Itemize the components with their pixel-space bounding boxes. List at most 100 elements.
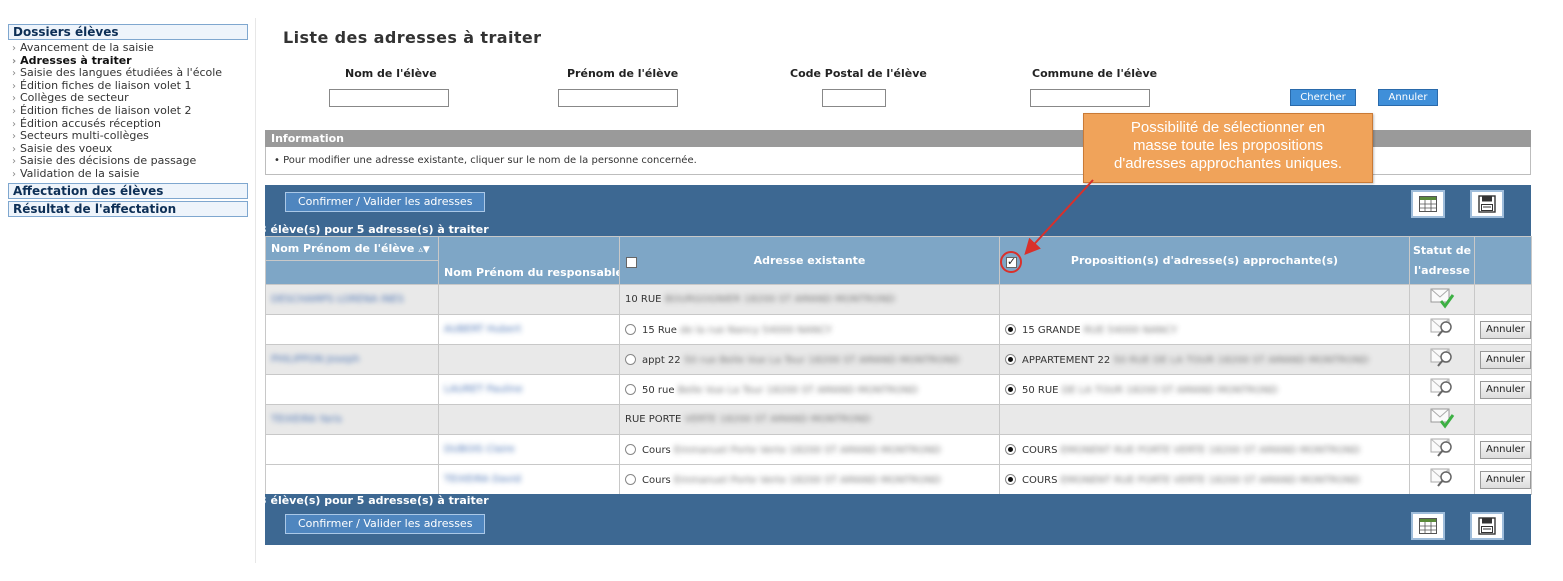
envelope-check-icon[interactable]: [1429, 408, 1455, 432]
annuler-button[interactable]: Annuler: [1480, 380, 1531, 399]
cell-action: Annuler: [1474, 344, 1532, 375]
adresse-radio[interactable]: [625, 473, 636, 485]
sidebar-nav: Dossiers élèves › Avancement de la saisie ›…: [8, 24, 248, 219]
proposition-prefix: APPARTEMENT 22: [1022, 354, 1111, 366]
magnifier-icon[interactable]: [1429, 468, 1455, 492]
annuler-button[interactable]: Annuler: [1480, 440, 1531, 459]
header-adresse: Adresse existante: [619, 236, 1000, 285]
cell-eleve: [265, 314, 439, 345]
chevron-right-icon: ›: [12, 80, 16, 92]
floppy-save-icon[interactable]: [1470, 512, 1504, 540]
sidebar-section[interactable]: Affectation des élèves: [8, 182, 248, 199]
table-row: LAURET Pauline 50 rue Belle Vue La Tour 1…: [265, 374, 1532, 405]
cell-action: Annuler: [1474, 314, 1532, 345]
adresse-rest: de la rue Nancy 54000 NANCY: [680, 324, 832, 336]
count-summary-top: 3 élève(s) pour 5 adresse(s) à traiter: [259, 223, 1531, 236]
responsable-name-link[interactable]: TEIXEIRA David: [444, 474, 521, 485]
cell-proposition: [999, 284, 1410, 315]
cancel-search-button[interactable]: Annuler: [1378, 89, 1438, 106]
sort-arrows-icon[interactable]: ▵▼: [418, 245, 429, 255]
sidebar-section[interactable]: Résultat de l'affectation: [8, 200, 248, 217]
header-eleve-bottom: [265, 260, 439, 285]
magnifier-icon[interactable]: [1429, 348, 1455, 372]
adresse-prefix: appt 22: [642, 354, 681, 366]
chevron-right-icon: ›: [12, 43, 16, 54]
proposition-radio[interactable]: [1005, 473, 1016, 485]
cell-eleve: PHILIPPON Joseph: [265, 344, 439, 375]
magnifier-icon[interactable]: [1429, 438, 1455, 462]
header-proposition: Proposition(s) d'adresse(s) approchante(…: [999, 236, 1410, 285]
cell-statut: [1409, 434, 1475, 465]
confirm-addresses-button-bottom[interactable]: Confirmer / Valider les adresses: [285, 514, 486, 534]
header-eleve[interactable]: Nom Prénom de l'élève ▵▼: [265, 236, 439, 261]
responsable-name-link[interactable]: LAURET Pauline: [444, 384, 523, 395]
adresse-rest: Belle Vue La Tour 18200 ST AMAND MONTRON…: [677, 384, 918, 396]
code-postal-input[interactable]: [822, 89, 886, 107]
grid-view-icon[interactable]: [1411, 190, 1445, 218]
proposition-radio[interactable]: [1005, 353, 1016, 365]
eleve-name-link[interactable]: DESCHAMPS LORENA INES: [271, 294, 404, 305]
commune-input[interactable]: [1030, 89, 1150, 107]
adresse-radio[interactable]: [625, 443, 636, 455]
proposition-prefix: COURS: [1022, 444, 1058, 456]
chevron-right-icon: ›: [12, 93, 16, 105]
adresse-prefix: Cours: [642, 474, 671, 486]
proposition-prefix: 50 RUE: [1022, 384, 1059, 396]
proposition-radio[interactable]: [1005, 383, 1016, 395]
callout-line: Possibilité de sélectionner en: [1130, 119, 1326, 136]
search-button[interactable]: Chercher: [1290, 89, 1356, 106]
select-all-adresse-checkbox[interactable]: [626, 257, 637, 268]
sidebar-item-label: Édition accusés réception: [20, 116, 162, 130]
adresse-radio[interactable]: [625, 383, 636, 395]
header-actions: [1474, 236, 1532, 285]
annuler-button[interactable]: Annuler: [1480, 350, 1531, 369]
cell-responsable: DUBOIS Claire: [438, 434, 620, 465]
cell-proposition: COURS EMONENT RUE PORTE VERTE 18200 ST A…: [999, 464, 1410, 495]
adresse-rest: 50 rue Belle Vue La Tour 18200 ST AMAND …: [683, 354, 960, 366]
header-responsable-top: [438, 236, 620, 261]
proposition-rest: EMONENT RUE PORTE VERTE 18200 ST AMAND M…: [1060, 474, 1360, 486]
grid-view-icon[interactable]: [1411, 512, 1445, 540]
cell-statut: [1409, 344, 1475, 375]
envelope-check-icon[interactable]: [1429, 288, 1455, 312]
floppy-save-icon[interactable]: [1470, 190, 1504, 218]
page-title: Liste des adresses à traiter: [283, 28, 542, 47]
cell-responsable: AUBERT Hubert: [438, 314, 620, 345]
header-statut: Statut de l'adresse: [1409, 236, 1475, 285]
sidebar-section[interactable]: Dossiers élèves: [8, 24, 248, 40]
chevron-right-icon: ›: [12, 168, 16, 180]
toolbar-top: Confirmer / Valider les adresses: [265, 185, 1531, 223]
table-row: DESCHAMPS LORENA INES 10 RUE BOURGOGNIER …: [265, 284, 1532, 315]
magnifier-icon[interactable]: [1429, 378, 1455, 402]
cell-proposition: [999, 404, 1410, 435]
chevron-right-icon: ›: [12, 68, 16, 80]
responsable-name-link[interactable]: DUBOIS Claire: [444, 444, 515, 455]
proposition-radio[interactable]: [1005, 443, 1016, 455]
annuler-button[interactable]: Annuler: [1480, 320, 1531, 339]
cell-responsable: [438, 284, 620, 315]
sidebar-item-label: Édition fiches de liaison volet 1: [20, 78, 192, 92]
cell-adresse: Cours Emmanuel Porte Verte 18200 ST AMAN…: [619, 434, 1000, 465]
addresses-table: Nom Prénom de l'élève ▵▼ Adresse existant…: [265, 236, 1532, 495]
responsable-name-link[interactable]: AUBERT Hubert: [444, 324, 521, 335]
count-summary-bottom: 3 élève(s) pour 5 adresse(s) à traiter: [259, 494, 1531, 507]
header-responsable: Nom Prénom du responsable: [438, 260, 620, 285]
callout-box: Possibilité de sélectionner en masse tou…: [1083, 113, 1373, 183]
select-all-proposition-wrap: [1000, 251, 1022, 273]
confirm-addresses-button[interactable]: Confirmer / Valider les adresses: [285, 192, 486, 212]
adresse-radio[interactable]: [625, 323, 636, 335]
cell-adresse: appt 22 50 rue Belle Vue La Tour 18200 S…: [619, 344, 1000, 375]
eleve-name-link[interactable]: PHILIPPON Joseph: [271, 354, 360, 365]
annuler-button[interactable]: Annuler: [1480, 470, 1531, 489]
cell-responsable: TEIXEIRA David: [438, 464, 620, 495]
proposition-radio[interactable]: [1005, 323, 1016, 335]
nom-input[interactable]: [329, 89, 449, 107]
prenom-input[interactable]: [558, 89, 678, 107]
magnifier-icon[interactable]: [1429, 318, 1455, 342]
sidebar-item-label: Édition fiches de liaison volet 2: [20, 103, 192, 117]
adresse-radio[interactable]: [625, 353, 636, 365]
sidebar-item[interactable]: › Validation de la saisie: [8, 167, 248, 181]
eleve-name-link[interactable]: TEIXEIRA Yaris: [271, 414, 342, 425]
adresse-rest: Emmanuel Porte Verte 18200 ST AMAND MONT…: [673, 444, 941, 456]
count-summary-bottom-text: 3 élève(s) pour 5 adresse(s) à traiter: [259, 494, 489, 507]
